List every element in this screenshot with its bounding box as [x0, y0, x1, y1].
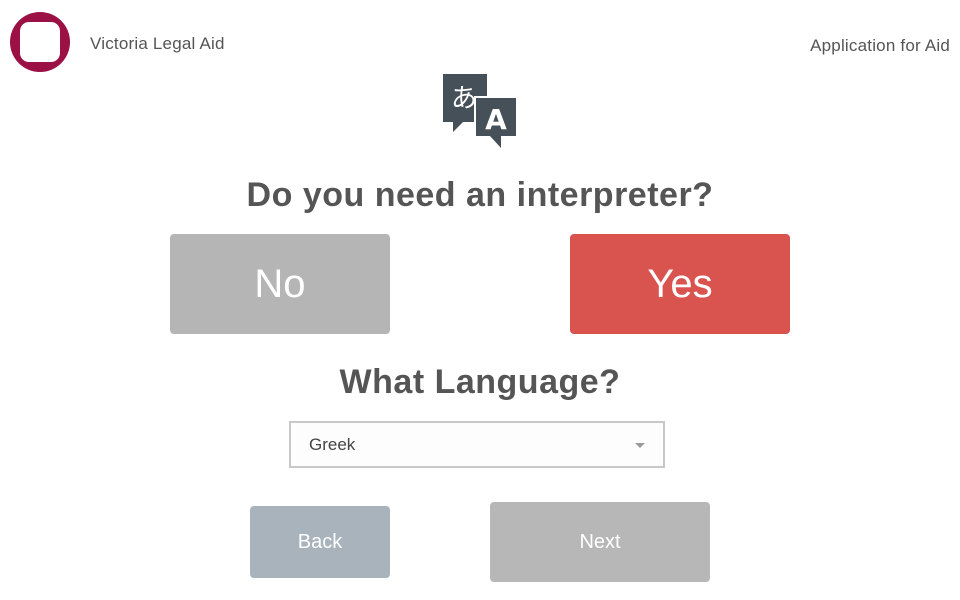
- next-button[interactable]: Next: [490, 502, 710, 582]
- language-select[interactable]: Greek: [289, 421, 665, 468]
- no-button-label: No: [254, 261, 306, 306]
- organization-name: Victoria Legal Aid: [90, 34, 225, 53]
- back-button[interactable]: Back: [250, 506, 390, 578]
- application-title: Application for Aid: [810, 36, 950, 55]
- translate-glyph-latin: A: [485, 103, 507, 136]
- vla-logo: [10, 12, 70, 72]
- yes-button-label: Yes: [647, 261, 713, 306]
- yes-button[interactable]: Yes: [570, 234, 790, 334]
- no-button[interactable]: No: [170, 234, 390, 334]
- translate-glyph-hiragana: あ: [451, 84, 477, 114]
- next-button-label: Next: [579, 530, 621, 553]
- back-button-label: Back: [297, 530, 343, 553]
- language-question: What Language?: [339, 363, 621, 401]
- logo-inner-square: [20, 22, 60, 62]
- chevron-down-icon: [635, 443, 645, 448]
- translate-icon: あ A: [441, 74, 521, 154]
- interpreter-question: Do you need an interpreter?: [246, 176, 714, 214]
- language-select-value: Greek: [309, 435, 356, 454]
